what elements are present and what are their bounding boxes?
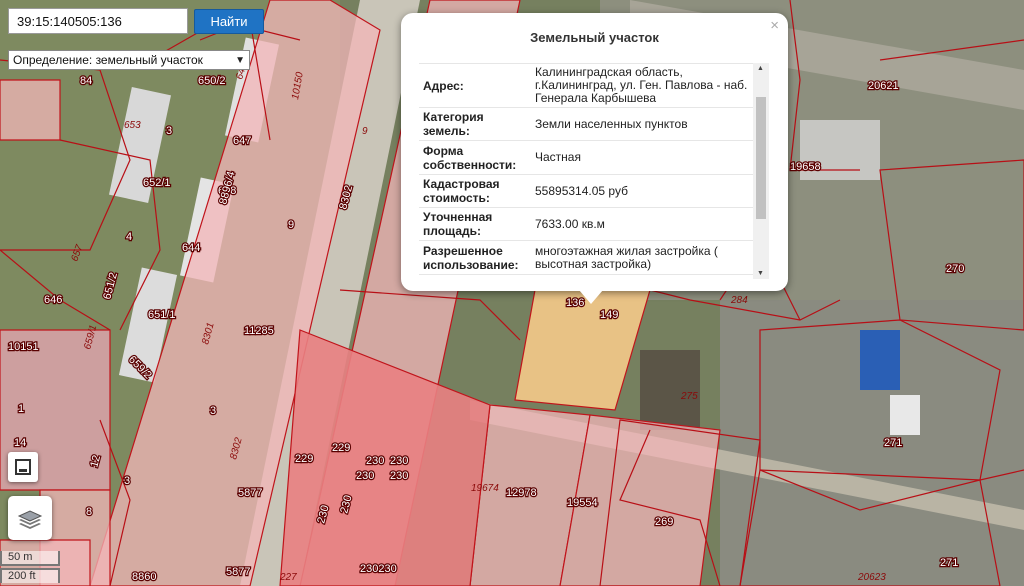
parcel-number-label: 10150 xyxy=(290,71,306,101)
parcel-number-label: 3 xyxy=(210,405,216,417)
parcel-number-label: 651/1 xyxy=(148,309,176,321)
popup-pointer xyxy=(579,290,603,304)
parcel-number-label: 4 xyxy=(126,231,132,243)
parcel-number-label: 652/1 xyxy=(143,177,171,189)
attr-row-permitted-use: Разрешенное использование: многоэтажная … xyxy=(419,241,769,275)
attr-value: многоэтажная жилая застройка ( высотная … xyxy=(535,243,718,271)
parcel-number-label: 9 xyxy=(362,126,368,137)
parcel-number-label: 5877 xyxy=(226,566,250,578)
parcel-number-label: 8301 xyxy=(200,321,216,345)
attr-value: Земли населенных пунктов xyxy=(535,116,688,131)
scale-bar: 50 m 200 ft xyxy=(0,551,60,585)
print-button[interactable] xyxy=(8,452,38,482)
attr-row-cadastral-value: Кадастровая стоимость: 55895314.05 руб xyxy=(419,175,769,208)
parcel-number-label: 650/2 xyxy=(198,75,226,87)
parcel-number-label: 230230 xyxy=(360,563,397,575)
parcel-number-label: 659/2 xyxy=(126,354,154,382)
parcel-number-label: 271 xyxy=(940,557,958,569)
attr-value: 7633.00 кв.м xyxy=(535,216,605,231)
parcel-number-label: 659/1 xyxy=(82,324,99,351)
scrollbar-thumb[interactable] xyxy=(756,97,766,219)
cadastral-search-input[interactable] xyxy=(8,8,188,34)
print-icon xyxy=(15,459,31,475)
parcel-number-label: 5877 xyxy=(238,487,262,499)
attr-row-address: Адрес: Калининградская область, г.Калини… xyxy=(419,64,769,108)
parcel-number-label: 19674 xyxy=(471,483,499,494)
parcel-number-label: 270 xyxy=(946,263,964,275)
parcel-number-label: 230 xyxy=(338,494,354,515)
parcel-number-label: 269 xyxy=(655,516,673,528)
layers-icon xyxy=(17,510,43,529)
parcel-number-label: 271 xyxy=(884,437,902,449)
parcel-number-label: 3 xyxy=(124,475,130,487)
definition-select[interactable]: Определение: земельный участок ▼ xyxy=(8,50,250,70)
parcel-number-label: 284 xyxy=(730,295,748,306)
attr-row-category: Категория земель: Земли населенных пункт… xyxy=(419,108,769,141)
attr-key: Адрес: xyxy=(423,78,464,93)
parcel-number-label: 230 xyxy=(390,455,408,467)
parcel-number-label: 12978 xyxy=(506,487,537,499)
attr-value: Калининградская область, г.Калининград, … xyxy=(535,65,748,105)
attr-key: Уточненная площадь: xyxy=(423,210,493,238)
parcel-number-label: 657 xyxy=(69,243,85,263)
scale-metric: 50 m xyxy=(0,551,60,566)
parcel-number-label: 8302 xyxy=(228,436,244,461)
parcel-number-label: 14 xyxy=(14,437,26,449)
definition-value: земельный участок xyxy=(95,53,203,67)
scroll-down-icon[interactable]: ▼ xyxy=(757,270,764,277)
parcel-number-label: 230 xyxy=(390,470,408,482)
parcel-number-label: 9 xyxy=(288,219,294,231)
popup-attributes: Адрес: Калининградская область, г.Калини… xyxy=(419,63,769,279)
parcel-number-label: 8302 xyxy=(337,184,355,211)
scroll-up-icon[interactable]: ▲ xyxy=(757,65,764,72)
attr-value: Частная xyxy=(535,150,581,164)
definition-label: Определение: xyxy=(13,53,93,67)
parcel-info-popup: × Земельный участок Адрес: Калининградск… xyxy=(401,13,788,291)
parcel-number-label: 230 xyxy=(356,470,374,482)
parcel-number-label: 1 xyxy=(18,403,24,415)
parcel-number-label: 3 xyxy=(166,125,172,137)
popup-title: Земельный участок xyxy=(530,30,659,45)
parcel-number-label: 19658 xyxy=(790,161,821,173)
parcel-number-label: 20621 xyxy=(868,80,899,92)
parcel-number-label: 8860 xyxy=(132,571,156,583)
layers-button[interactable] xyxy=(8,496,52,540)
parcel-number-label: 230 xyxy=(366,455,384,467)
parcel-number-label: 644 xyxy=(182,242,200,254)
parcel-number-label: 149 xyxy=(600,309,618,321)
parcel-number-label: 11285 xyxy=(244,325,274,337)
parcel-number-label: 12 xyxy=(88,454,103,469)
parcel-number-label: 84 xyxy=(80,75,92,87)
attr-key: Форма собственности: xyxy=(423,143,517,172)
parcel-number-label: 230 xyxy=(315,504,331,525)
parcel-number-label: 8 xyxy=(86,506,92,518)
attr-key: Разрешенное использование: xyxy=(423,243,519,272)
parcel-number-label: 651/2 xyxy=(101,271,120,301)
parcel-number-label: 647 xyxy=(233,135,251,147)
find-button[interactable]: Найти xyxy=(194,9,264,34)
attr-value: 55895314.05 руб xyxy=(535,183,628,198)
parcel-number-label: 229 xyxy=(295,453,313,465)
popup-scrollbar[interactable]: ▲ ▼ xyxy=(753,63,769,279)
attr-key: Категория земель: xyxy=(423,110,484,138)
parcel-number-label: 20623 xyxy=(857,572,886,583)
chevron-down-icon: ▼ xyxy=(235,54,245,66)
scale-imperial: 200 ft xyxy=(0,568,60,583)
parcel-number-label: 227 xyxy=(279,572,297,583)
parcel-number-label: 229 xyxy=(332,442,350,454)
parcel-number-label: 10151 xyxy=(8,341,39,353)
parcel-number-label: 19554 xyxy=(567,497,598,509)
attr-row-area: Уточненная площадь: 7633.00 кв.м xyxy=(419,208,769,241)
parcel-number-label: 646 xyxy=(44,294,62,306)
attr-key: Кадастровая стоимость: xyxy=(423,177,500,205)
parcel-number-label: 653 xyxy=(124,120,141,131)
attr-row-ownership: Форма собственности: Частная xyxy=(419,141,769,175)
parcel-number-label: 275 xyxy=(680,391,698,402)
